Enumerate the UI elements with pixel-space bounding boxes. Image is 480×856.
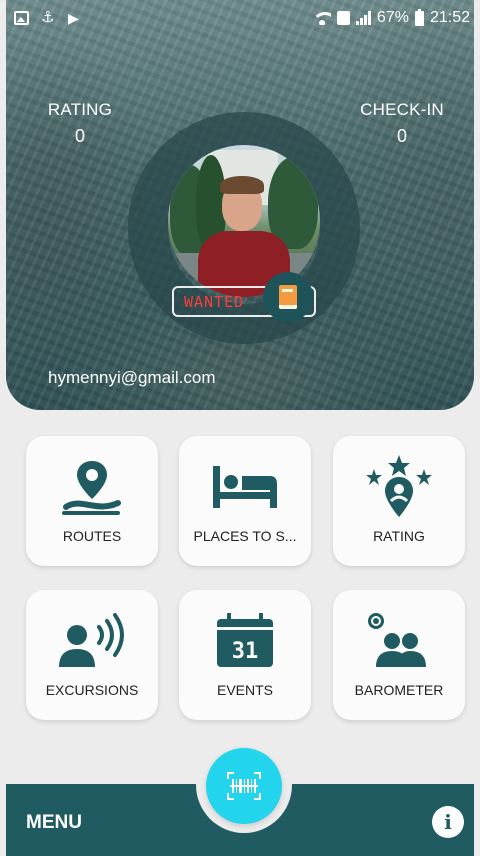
events-tile[interactable]: 31 EVENTS bbox=[179, 590, 311, 720]
rating-stat: RATING 0 bbox=[40, 100, 120, 147]
routes-tile[interactable]: ROUTES bbox=[26, 436, 158, 566]
menu-button[interactable]: MENU bbox=[26, 812, 82, 834]
people-gauge-icon bbox=[333, 608, 465, 674]
route-pin-icon bbox=[26, 454, 158, 520]
barometer-label: BAROMETER bbox=[354, 682, 444, 698]
wifi-icon bbox=[312, 11, 331, 25]
status-bar: ⚓ ▶ 67% 21:52 bbox=[0, 0, 480, 36]
stars-pin-icon bbox=[333, 454, 465, 520]
checkin-label: CHECK-IN bbox=[360, 100, 444, 119]
app-screen: ⚓ ▶ 67% 21:52 RATING 0 CHECK-IN 0 WANTED… bbox=[0, 0, 480, 856]
battery-icon bbox=[414, 8, 424, 26]
checkin-stat: CHECK-IN 0 bbox=[352, 100, 452, 147]
barcode-scan-icon bbox=[227, 772, 261, 800]
bed-icon bbox=[179, 454, 311, 520]
rating-tile[interactable]: RATING bbox=[333, 436, 465, 566]
info-icon[interactable]: i bbox=[432, 806, 464, 838]
places-to-stay-label: PLACES TO S... bbox=[193, 528, 297, 544]
rating-tile-label: RATING bbox=[373, 528, 425, 544]
rating-value: 0 bbox=[74, 126, 85, 146]
clock: 21:52 bbox=[429, 9, 470, 26]
routes-label: ROUTES bbox=[62, 528, 122, 544]
calendar-icon: 31 bbox=[179, 608, 311, 674]
places-to-stay-tile[interactable]: PLACES TO S... bbox=[179, 436, 311, 566]
wanted-badge-text: WANTED bbox=[184, 293, 245, 311]
events-label: EVENTS bbox=[216, 682, 273, 698]
audio-guide-icon bbox=[26, 608, 158, 674]
anchor-icon: ⚓ bbox=[41, 9, 55, 26]
flag-icon: ▶ bbox=[68, 10, 79, 26]
book-button[interactable] bbox=[263, 272, 313, 322]
user-email: hymennyi@gmail.com bbox=[48, 368, 216, 387]
battery-percent: 67% bbox=[376, 9, 409, 26]
excursions-tile[interactable]: EXCURSIONS bbox=[26, 590, 158, 720]
barometer-tile[interactable]: BAROMETER bbox=[333, 590, 465, 720]
sim-icon bbox=[336, 11, 350, 25]
rating-label: RATING bbox=[47, 100, 113, 119]
svg-text:31: 31 bbox=[232, 639, 259, 664]
signal-icon bbox=[355, 11, 371, 25]
book-icon bbox=[279, 285, 297, 309]
checkin-value: 0 bbox=[396, 126, 407, 146]
scan-button[interactable] bbox=[206, 748, 282, 824]
gallery-icon bbox=[14, 11, 29, 25]
excursions-label: EXCURSIONS bbox=[45, 682, 139, 698]
